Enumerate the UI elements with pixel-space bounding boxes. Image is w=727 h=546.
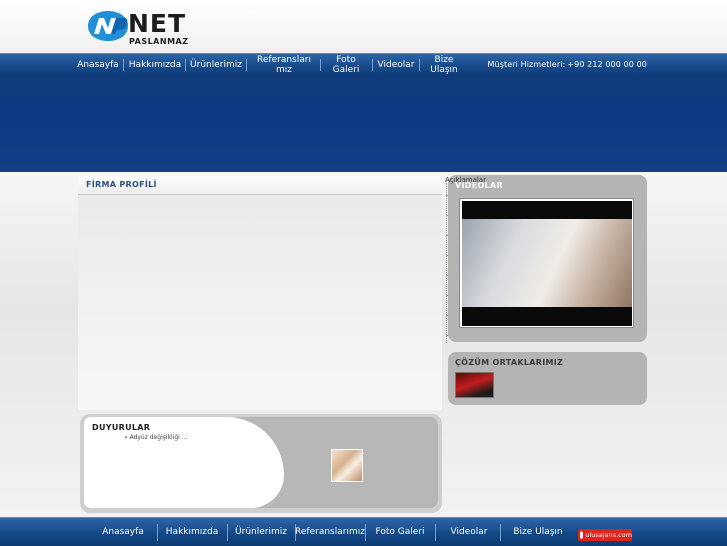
footer-item-urunlerimiz[interactable]: Ürünlerimiz xyxy=(231,518,291,546)
nav-item-urunlerimiz[interactable]: Ürünlerimiz xyxy=(189,54,243,75)
firma-profili-body xyxy=(78,195,442,410)
banner-area xyxy=(0,74,727,172)
logo-subtext: PASLANMAZ xyxy=(129,37,189,46)
video-thumbnail[interactable] xyxy=(462,219,632,307)
top-navigation: Anasayfa Hakkımızda Ürünlerimiz Referans… xyxy=(0,53,727,75)
partner-logo[interactable] xyxy=(455,372,494,398)
nav-divider xyxy=(320,59,321,71)
videos-title: VİDEOLAR xyxy=(455,181,503,190)
nav-divider xyxy=(185,59,186,71)
site-header: NET PASLANMAZ xyxy=(0,0,727,53)
nav-item-referanslarimiz[interactable]: Referanslarımız xyxy=(250,54,318,75)
nav-item-videolar[interactable]: Videolar xyxy=(375,54,417,75)
logo-text: NET xyxy=(128,9,187,38)
announcement-image[interactable] xyxy=(331,449,363,482)
description-divider xyxy=(446,183,447,343)
support-label: Müşteri Hizmetleri: xyxy=(487,60,566,69)
nav-divider xyxy=(419,59,420,71)
footer-item-bize-ulasin[interactable]: Bize Ulaşın xyxy=(506,518,570,546)
announcement-item[interactable]: » Adyüz değişikliği ... xyxy=(124,434,187,441)
agency-badge[interactable]: ulusajans.com xyxy=(578,529,632,541)
footer-divider xyxy=(435,524,436,541)
footer-item-anasayfa[interactable]: Anasayfa xyxy=(95,518,151,546)
nav-divider xyxy=(246,59,247,71)
agency-logo-icon xyxy=(580,531,584,539)
nav-item-anasayfa[interactable]: Anasayfa xyxy=(76,54,120,75)
nav-divider xyxy=(372,59,373,71)
nav-item-bize-ulasin[interactable]: Bize Ulaşın xyxy=(424,54,464,75)
footer-divider xyxy=(365,524,366,541)
customer-service-info: Müşteri Hizmetleri: +90 212 000 00 00 xyxy=(486,54,647,75)
footer-item-videolar[interactable]: Videolar xyxy=(441,518,497,546)
footer-item-referanslarimiz[interactable]: Referanslarımız xyxy=(295,518,365,546)
footer-item-hakkimizda[interactable]: Hakkımızda xyxy=(162,518,222,546)
nav-item-hakkimizda[interactable]: Hakkımızda xyxy=(127,54,183,75)
footer-item-foto-galeri[interactable]: Foto Galeri xyxy=(369,518,431,546)
footer-divider xyxy=(227,524,228,541)
site-logo[interactable]: NET PASLANMAZ xyxy=(86,8,191,48)
net-logo-mark-icon xyxy=(88,11,128,41)
footer-divider xyxy=(157,524,158,541)
nav-divider xyxy=(123,59,124,71)
footer-divider xyxy=(500,524,501,541)
nav-item-foto-galeri[interactable]: Foto Galeri xyxy=(325,54,367,75)
partners-title: ÇÖZÜM ORTAKLARIMIZ xyxy=(455,358,564,367)
agency-badge-text: ulusajans.com xyxy=(585,531,632,539)
support-phone: +90 212 000 00 00 xyxy=(567,60,647,69)
announcements-title: DUYURULAR xyxy=(92,423,151,432)
firma-profili-title: FİRMA PROFİLİ xyxy=(86,180,157,189)
